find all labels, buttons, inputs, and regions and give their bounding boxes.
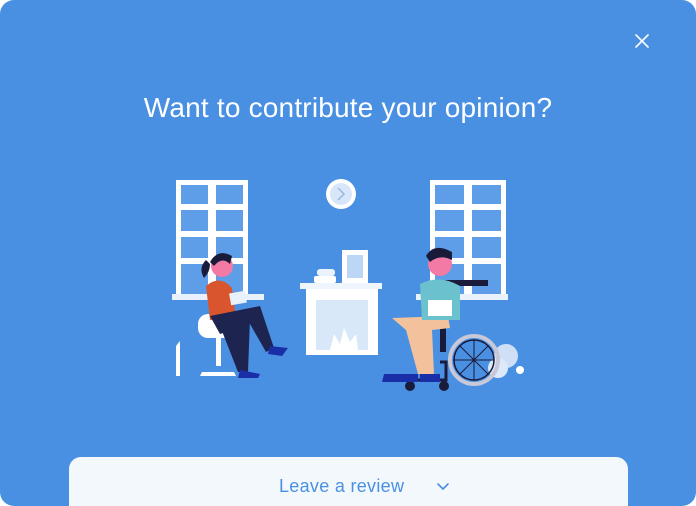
clock-icon <box>326 179 356 209</box>
modal-title: Want to contribute your opinion? <box>143 92 553 123</box>
close-button[interactable] <box>630 29 654 53</box>
leave-review-button[interactable]: Leave a review <box>69 457 628 506</box>
chevron-down-icon <box>435 479 451 495</box>
review-label: Leave a review <box>279 476 405 496</box>
close-icon <box>635 34 649 48</box>
fireplace <box>300 250 382 355</box>
counseling-illustration <box>170 176 526 398</box>
feedback-modal: Want to contribute your opinion? Leave a… <box>0 0 696 506</box>
